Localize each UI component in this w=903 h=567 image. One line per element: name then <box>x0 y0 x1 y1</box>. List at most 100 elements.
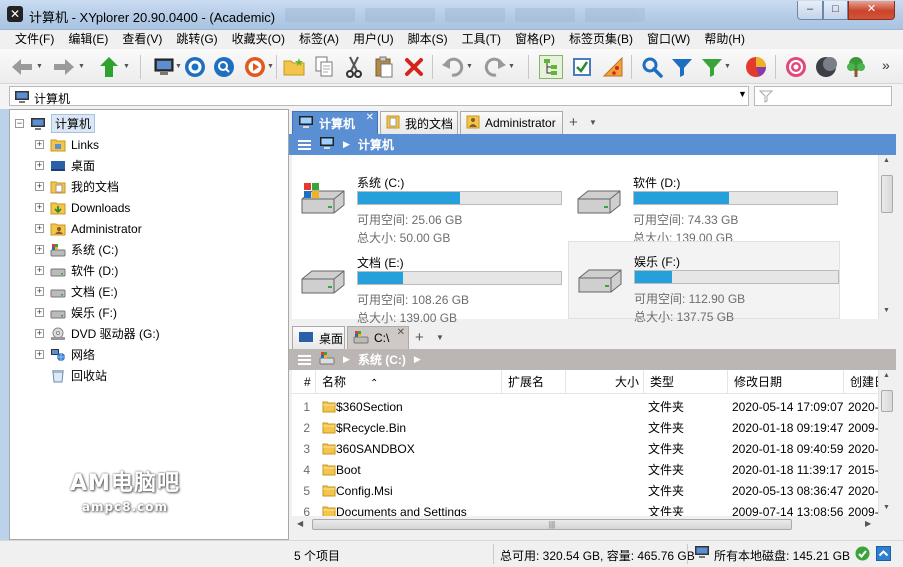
undo-icon[interactable] <box>441 55 465 79</box>
redo-dropdown-icon[interactable]: ▼ <box>508 63 515 70</box>
tree-item-administrator[interactable]: + Administrator <box>35 219 142 238</box>
scroll-down-icon[interactable]: ▼ <box>883 307 890 314</box>
pane1-vertical-scrollbar[interactable]: ▲ ▼ <box>878 155 895 319</box>
tab-administrator[interactable]: Administrator <box>460 111 563 134</box>
menu-panes[interactable]: 窗格(P) <box>508 30 562 49</box>
green-filter-icon[interactable] <box>700 55 724 79</box>
tree-item-drive-f[interactable]: + 娱乐 (F:) <box>35 303 117 322</box>
play-circle-icon[interactable] <box>243 55 267 79</box>
checkbox-icon[interactable] <box>570 55 594 79</box>
expand-icon[interactable]: + <box>35 266 44 275</box>
pane2-vertical-scrollbar[interactable]: ▲ ▼ <box>878 370 895 516</box>
undo-dropdown-icon[interactable]: ▼ <box>466 63 473 70</box>
filter-icon[interactable] <box>670 55 694 79</box>
scrollbar-thumb[interactable] <box>881 390 893 412</box>
expand-icon[interactable]: + <box>35 161 44 170</box>
redo-icon[interactable] <box>483 55 507 79</box>
menu-file[interactable]: 文件(F) <box>8 30 61 49</box>
tab-list-dropdown-icon[interactable]: ▼ <box>436 333 444 342</box>
menu-edit[interactable]: 编辑(E) <box>61 30 115 49</box>
column-header-name[interactable]: 名称 ⌃ <box>316 370 502 394</box>
toolbar-overflow-button[interactable]: » <box>882 57 890 73</box>
breadcrumb-computer[interactable]: 计算机 <box>358 136 394 153</box>
tree-item-desktop[interactable]: + 桌面 <box>35 156 95 175</box>
search-circle-icon[interactable] <box>212 55 236 79</box>
new-tab-button[interactable]: + <box>569 114 578 131</box>
file-row[interactable]: 1 $360Section 文件夹 2020-05-14 17:09:07 2020- <box>292 397 878 418</box>
tree-item-recycle-bin[interactable]: 回收站 <box>50 366 107 385</box>
pie-chart-icon[interactable] <box>744 55 768 79</box>
column-header-type[interactable]: 类型 <box>644 370 728 394</box>
expand-icon[interactable]: + <box>35 224 44 233</box>
tree-icon[interactable] <box>844 55 868 79</box>
file-row[interactable]: 3 360SANDBOX 文件夹 2020-01-18 09:40:59 2020- <box>292 439 878 460</box>
pane2-horizontal-scrollbar[interactable]: ◀ ||| ▶ <box>292 516 878 533</box>
forward-dropdown-icon[interactable]: ▼ <box>78 63 85 70</box>
new-folder-icon[interactable] <box>282 55 306 79</box>
new-tab-button[interactable]: + <box>415 329 424 346</box>
breadcrumb-arrow-icon[interactable]: ▶ <box>414 354 421 365</box>
find-icon[interactable] <box>640 55 664 79</box>
tab-computer[interactable]: 计算机 ✕ <box>292 111 378 134</box>
forward-arrow-icon[interactable] <box>52 55 76 79</box>
expand-icon[interactable]: + <box>35 182 44 191</box>
menu-go[interactable]: 跳转(G) <box>169 30 224 49</box>
close-button[interactable]: ✕ <box>848 1 895 20</box>
menu-user[interactable]: 用户(U) <box>346 30 401 49</box>
back-arrow-icon[interactable] <box>10 55 34 79</box>
tab-close-icon[interactable]: ✕ <box>397 327 405 338</box>
expand-icon[interactable]: + <box>35 350 44 359</box>
back-dropdown-icon[interactable]: ▼ <box>36 63 43 70</box>
breadcrumb-arrow-icon[interactable]: ▶ <box>343 354 350 365</box>
column-header-extension[interactable]: 扩展名 <box>502 370 566 394</box>
menu-icon[interactable] <box>298 139 311 150</box>
tree-item-drive-c[interactable]: + 系统 (C:) <box>35 240 118 259</box>
tree-item-links[interactable]: + Links <box>35 135 99 154</box>
expand-icon[interactable]: + <box>35 245 44 254</box>
drive-tile-e[interactable]: 文档 (E:) 可用空间: 108.26 GB 总大小: 139.00 GB <box>292 243 564 325</box>
menu-help[interactable]: 帮助(H) <box>697 30 752 49</box>
delete-icon[interactable] <box>402 55 426 79</box>
tab-desktop[interactable]: 桌面 <box>292 326 345 349</box>
tree-item-drive-e[interactable]: + 文档 (E:) <box>35 282 118 301</box>
spiral-icon[interactable] <box>784 55 808 79</box>
filter-dropdown-icon[interactable]: ▼ <box>724 63 731 70</box>
menu-tools[interactable]: 工具(T) <box>455 30 508 49</box>
breadcrumb-c-drive[interactable]: 系统 (C:) <box>358 351 406 368</box>
filter-input[interactable] <box>754 86 892 106</box>
tree-item-dvd-drive[interactable]: + DVD 驱动器 (G:) <box>35 324 160 343</box>
expand-icon[interactable]: + <box>35 203 44 212</box>
tab-c-drive[interactable]: C:\ ✕ <box>347 326 409 349</box>
file-row[interactable]: 4 Boot 文件夹 2020-01-18 11:39:17 2015- <box>292 460 878 481</box>
copy-icon[interactable] <box>312 55 336 79</box>
menu-icon[interactable] <box>298 354 311 365</box>
expand-icon[interactable]: + <box>35 308 44 317</box>
moon-icon[interactable] <box>814 55 838 79</box>
scrollbar-thumb[interactable] <box>881 175 893 213</box>
tree-item-computer[interactable]: − 计算机 <box>15 114 96 133</box>
tab-my-documents[interactable]: 我的文档 <box>380 111 458 134</box>
up-dropdown-icon[interactable]: ▼ <box>123 63 130 70</box>
computer-dropdown-icon[interactable]: ▼ <box>175 63 182 70</box>
breadcrumb-arrow-icon[interactable]: ▶ <box>343 139 350 150</box>
computer-icon[interactable] <box>152 55 176 79</box>
status-ok-icon[interactable] <box>855 546 870 564</box>
scrollbar-thumb[interactable]: ||| <box>312 519 792 530</box>
minimize-button[interactable]: – <box>797 1 823 20</box>
tree-item-downloads[interactable]: + Downloads <box>35 198 130 217</box>
expand-icon[interactable]: + <box>35 287 44 296</box>
expand-icon[interactable]: + <box>35 140 44 149</box>
drive-tile-c[interactable]: 系统 (C:) 可用空间: 25.06 GB 总大小: 50.00 GB <box>292 163 564 245</box>
tab-close-icon[interactable]: ✕ <box>366 112 374 123</box>
tree-item-documents[interactable]: + 我的文档 <box>35 177 119 196</box>
collapse-icon[interactable]: − <box>15 119 24 128</box>
scroll-right-icon[interactable]: ▶ <box>865 519 871 528</box>
expand-icon[interactable]: + <box>35 329 44 338</box>
scroll-up-icon[interactable]: ▲ <box>883 157 890 164</box>
scroll-down-icon[interactable]: ▼ <box>883 504 890 511</box>
column-header-size[interactable]: 大小 <box>566 370 644 394</box>
column-header-modified[interactable]: 修改日期 <box>728 370 844 394</box>
scroll-up-icon[interactable]: ▲ <box>883 372 890 379</box>
menu-view[interactable]: 查看(V) <box>115 30 169 49</box>
scroll-top-icon[interactable] <box>876 546 891 564</box>
